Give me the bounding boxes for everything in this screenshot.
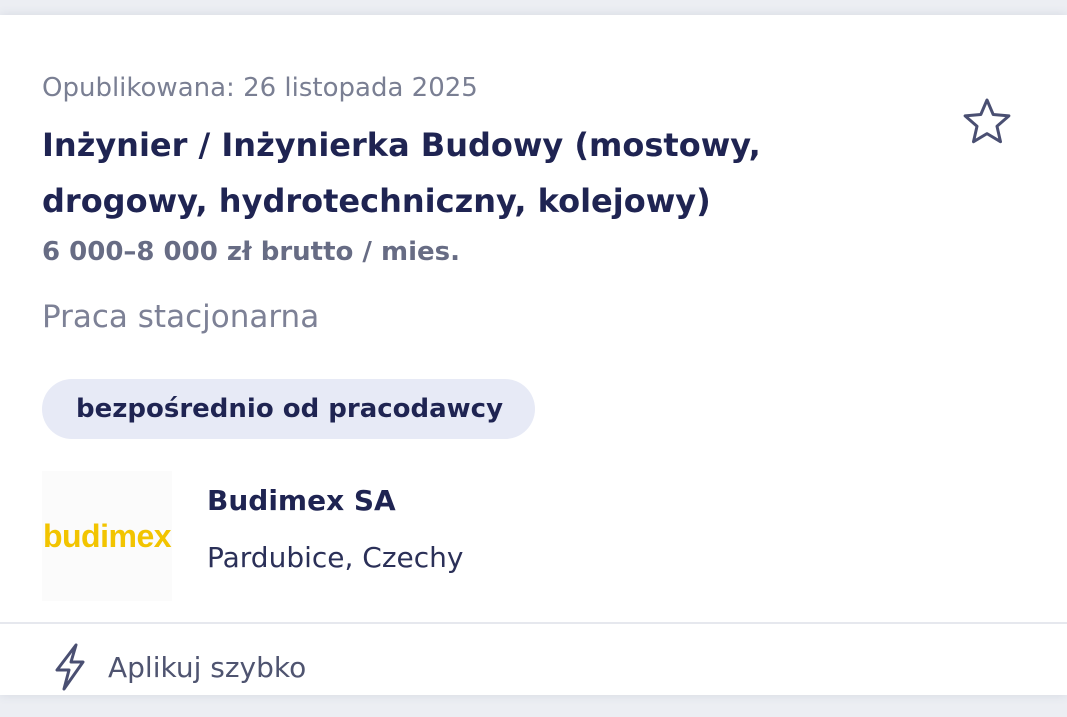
star-icon[interactable] — [959, 95, 1015, 151]
job-title[interactable]: Inżynier / Inżynierka Budowy (mostowy, d… — [42, 117, 902, 229]
published-date: Opublikowana: 26 listopada 2025 — [42, 73, 478, 103]
direct-employer-badge: bezpośrednio od pracodawcy — [42, 379, 536, 439]
company-name[interactable]: Budimex SA — [207, 484, 396, 517]
job-location: Pardubice, Czechy — [207, 541, 464, 574]
company-logo: budimex — [42, 471, 172, 601]
lightning-bolt-icon — [55, 643, 85, 691]
job-offer-card[interactable]: Opublikowana: 26 listopada 2025 Inżynier… — [0, 15, 1067, 695]
quick-apply-label: Aplikuj szybko — [108, 650, 307, 684]
work-type: Praca stacjonarna — [42, 299, 320, 335]
company-logo-text: budimex — [42, 517, 172, 554]
quick-apply-button[interactable]: Aplikuj szybko — [50, 637, 306, 697]
salary: 6 000–8 000 zł brutto / mies. — [42, 237, 460, 267]
divider — [0, 622, 1067, 624]
